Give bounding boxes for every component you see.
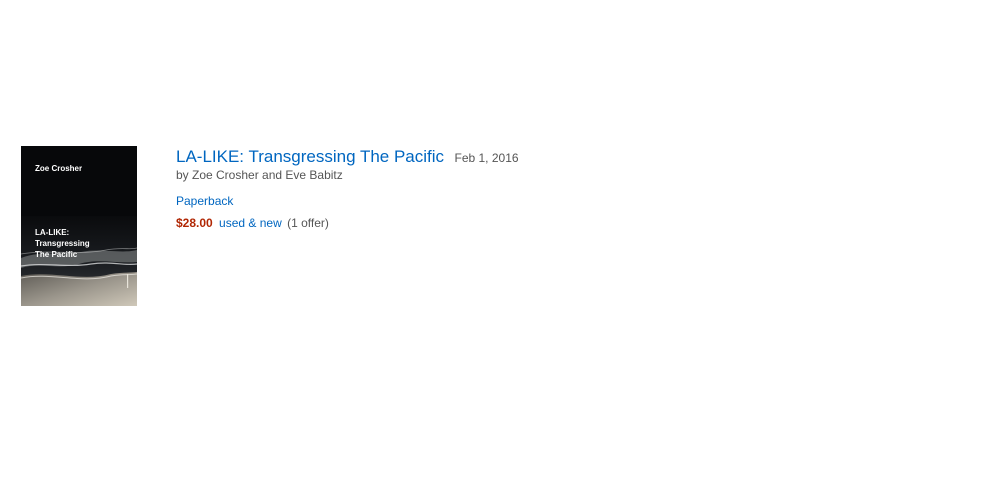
book-cover-image[interactable]: Zoe Crosher LA-LIKE: Transgressing The P… bbox=[21, 146, 137, 306]
cover-author-text: Zoe Crosher bbox=[35, 164, 83, 173]
price-row: $28.00 used & new (1 offer) bbox=[176, 216, 329, 230]
offer-count: (1 offer) bbox=[287, 216, 329, 230]
used-and-new-link[interactable]: used & new bbox=[219, 216, 282, 230]
price: $28.00 bbox=[176, 216, 213, 230]
cover-title-text: LA-LIKE: Transgressing The Pacific bbox=[35, 227, 115, 260]
cover-title-line: LA-LIKE: bbox=[35, 228, 70, 237]
cover-title-line: Transgressing bbox=[35, 239, 90, 248]
publication-date: Feb 1, 2016 bbox=[454, 151, 519, 165]
search-results-page: Zoe Crosher LA-LIKE: Transgressing The P… bbox=[0, 0, 1000, 483]
product-title-link[interactable]: LA-LIKE: Transgressing The Pacific bbox=[176, 147, 444, 166]
author-byline: by Zoe Crosher and Eve Babitz bbox=[176, 168, 343, 182]
cover-title-line: The Pacific bbox=[35, 250, 78, 259]
title-row: LA-LIKE: Transgressing The Pacific Feb 1… bbox=[176, 147, 519, 167]
format-paperback-link[interactable]: Paperback bbox=[176, 194, 233, 208]
